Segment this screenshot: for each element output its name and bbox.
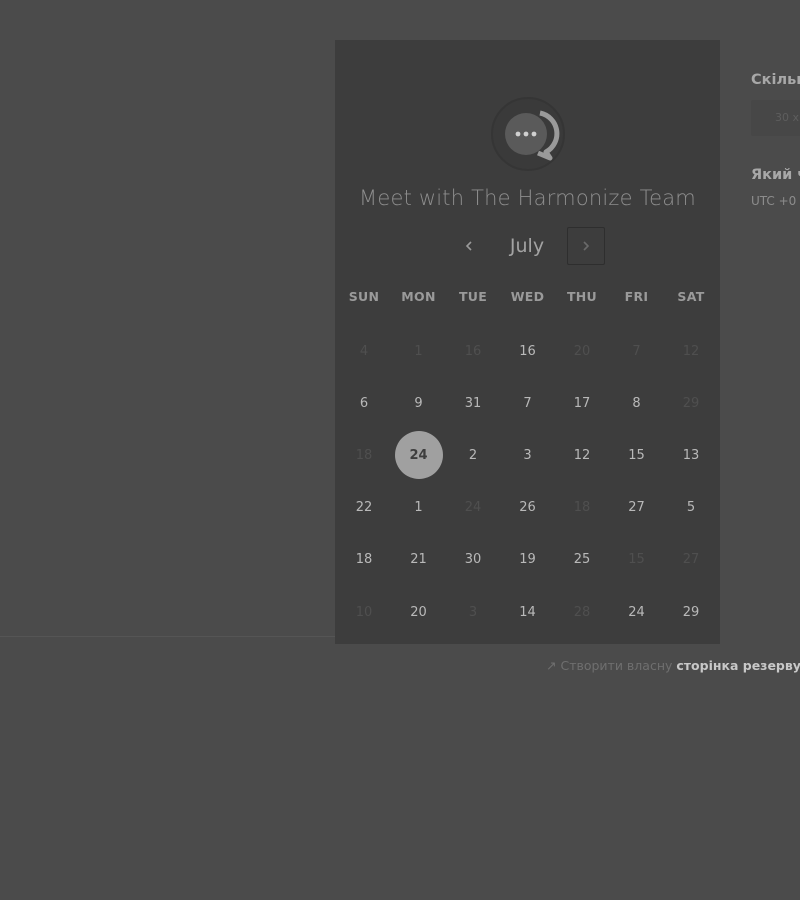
weekday-sun: SUN bbox=[348, 289, 380, 304]
calendar-day[interactable]: 9 bbox=[395, 379, 443, 427]
footer-link[interactable]: сторінка резервува bbox=[676, 658, 800, 673]
weekday-sat: SAT bbox=[677, 289, 705, 304]
month-navigation: July bbox=[335, 226, 720, 266]
calendar-day[interactable]: 7 bbox=[504, 379, 552, 427]
month-label: July bbox=[509, 235, 545, 257]
selected-day[interactable]: 24 bbox=[394, 431, 443, 479]
calendar-day[interactable]: 15 bbox=[613, 431, 661, 479]
duration-label: Скільк bbox=[751, 72, 800, 88]
arrow-icon: ↗ bbox=[546, 658, 557, 673]
calendar-day[interactable]: 3 bbox=[504, 431, 552, 479]
weekday-tue: TUE bbox=[458, 289, 488, 304]
calendar-day: 29 bbox=[682, 395, 700, 411]
calendar-day: 12 bbox=[682, 343, 700, 359]
calendar-day[interactable]: 18 bbox=[340, 535, 388, 583]
calendar-day[interactable]: 22 bbox=[340, 483, 388, 531]
calendar-day: 4 bbox=[359, 343, 369, 359]
calendar-day[interactable]: 14 bbox=[504, 588, 552, 636]
next-month-button[interactable] bbox=[567, 227, 605, 265]
calendar-day[interactable]: 19 bbox=[504, 535, 552, 583]
calendar-day[interactable]: 8 bbox=[613, 379, 661, 427]
chevron-left-icon bbox=[465, 241, 472, 251]
weekday-thu: THU bbox=[566, 289, 598, 304]
duration-option[interactable]: 30 хв bbox=[751, 100, 800, 136]
chevron-right-icon bbox=[583, 241, 590, 251]
divider bbox=[0, 636, 335, 637]
calendar-day[interactable]: 25 bbox=[558, 535, 606, 583]
calendar-day[interactable]: 29 bbox=[667, 588, 715, 636]
calendar-day: 1 bbox=[414, 343, 423, 359]
calendar-day: 10 bbox=[355, 604, 373, 620]
calendar-day: 27 bbox=[682, 551, 700, 567]
calendar-day: 24 bbox=[464, 499, 482, 515]
calendar-day[interactable]: 1 bbox=[395, 483, 443, 531]
calendar-day[interactable]: 17 bbox=[558, 379, 606, 427]
calendar-day: 28 bbox=[573, 604, 591, 620]
calendar-day: 18 bbox=[355, 447, 373, 463]
weekday-mon: MON bbox=[401, 289, 436, 304]
calendar-day[interactable]: 2 bbox=[449, 431, 497, 479]
calendar-day[interactable]: 31 bbox=[449, 379, 497, 427]
calendar-day[interactable]: 20 bbox=[395, 588, 443, 636]
calendar-day[interactable]: 6 bbox=[340, 379, 388, 427]
footer-text: Створити власну bbox=[560, 658, 673, 673]
calendar-grid: 4 1 16 16 20 7 12 6 9 31 7 17 8 29 18 24 2 3 12 15 13 22 1 24 26… bbox=[335, 324, 720, 636]
prev-month-button[interactable] bbox=[451, 228, 487, 264]
booking-card: Meet with The Harmonize Team July SUN MON… bbox=[335, 40, 720, 644]
calendar-day[interactable]: 12 bbox=[558, 431, 606, 479]
options-pane: Скільк 30 хв Який ч UTC +0 bbox=[720, 40, 800, 240]
weekday-header: SUN MON TUE WED THU FRI SAT bbox=[335, 289, 720, 309]
footer-note: ↗ Створити власну сторінка резервува bbox=[546, 658, 800, 673]
calendar-day[interactable]: 26 bbox=[504, 483, 552, 531]
calendar-day: 7 bbox=[632, 343, 641, 359]
calendar-day[interactable]: 5 bbox=[667, 483, 715, 531]
booking-page: Meet with The Harmonize Team July SUN MON… bbox=[0, 0, 800, 900]
calendar-day[interactable]: 27 bbox=[613, 483, 661, 531]
calendar-day: 18 bbox=[573, 499, 591, 515]
weekday-fri: FRI bbox=[624, 289, 649, 304]
calendar-day[interactable]: 13 bbox=[667, 431, 715, 479]
time-label: Який ч bbox=[751, 167, 800, 183]
calendar-day: 20 bbox=[573, 343, 591, 359]
calendar-day[interactable]: 24 bbox=[613, 588, 661, 636]
calendar-day: 3 bbox=[468, 604, 478, 620]
calendar-day[interactable]: 30 bbox=[449, 535, 497, 583]
calendar-day[interactable]: 16 bbox=[504, 327, 552, 375]
calendar-day[interactable]: 21 bbox=[395, 535, 443, 583]
weekday-wed: WED bbox=[510, 289, 545, 304]
calendar-day: 16 bbox=[464, 343, 482, 359]
calendar-day: 15 bbox=[628, 551, 645, 567]
page-title: Meet with The Harmonize Team bbox=[359, 186, 696, 210]
chat-bubble-icon bbox=[490, 96, 566, 172]
timezone-label[interactable]: UTC +0 bbox=[751, 194, 796, 208]
